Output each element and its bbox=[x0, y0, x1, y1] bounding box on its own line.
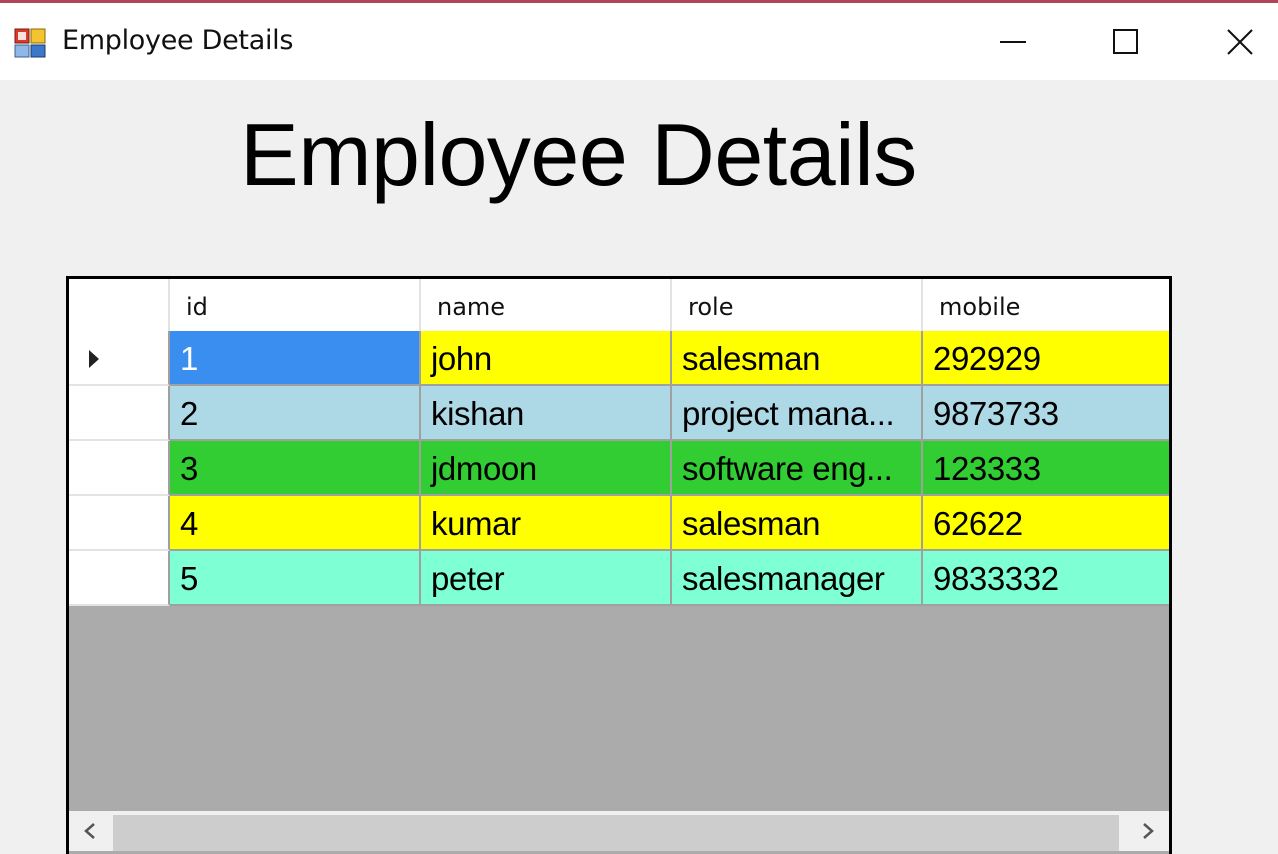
current-row-indicator-icon bbox=[89, 350, 99, 368]
cell-id[interactable]: 2 bbox=[170, 386, 421, 441]
cell-mobile[interactable]: 62622 bbox=[923, 496, 1169, 551]
table-row[interactable]: 3 jdmoon software eng... 123333 bbox=[69, 441, 1169, 496]
cell-name[interactable]: john bbox=[421, 331, 672, 386]
cell-id[interactable]: 4 bbox=[170, 496, 421, 551]
table-row[interactable]: 1 john salesman 292929 bbox=[69, 331, 1169, 386]
minimize-button[interactable] bbox=[963, 3, 1063, 80]
row-header[interactable] bbox=[69, 386, 170, 441]
table-row[interactable]: 5 peter salesmanager 9833332 bbox=[69, 551, 1169, 606]
scroll-right-button[interactable] bbox=[1127, 811, 1169, 851]
cell-id[interactable]: 1 bbox=[170, 331, 421, 386]
minimize-icon bbox=[1000, 40, 1026, 43]
column-header-role[interactable]: role bbox=[672, 279, 923, 331]
cell-name[interactable]: peter bbox=[421, 551, 672, 606]
cell-role[interactable]: software eng... bbox=[672, 441, 923, 496]
maximize-icon bbox=[1113, 28, 1138, 54]
close-icon bbox=[1227, 28, 1253, 55]
title-bar[interactable]: Employee Details bbox=[0, 3, 1278, 80]
horizontal-scrollbar[interactable] bbox=[69, 811, 1169, 851]
row-header[interactable] bbox=[69, 441, 170, 496]
grid-corner-header[interactable] bbox=[69, 279, 170, 331]
chevron-left-icon bbox=[84, 823, 95, 839]
app-icon bbox=[14, 28, 46, 58]
cell-name[interactable]: jdmoon bbox=[421, 441, 672, 496]
scrollbar-thumb[interactable] bbox=[113, 815, 1119, 851]
cell-role[interactable]: project mana... bbox=[672, 386, 923, 441]
column-header-mobile[interactable]: mobile bbox=[923, 279, 1169, 331]
cell-mobile[interactable]: 9833332 bbox=[923, 551, 1169, 606]
page-heading: Employee Details bbox=[240, 105, 917, 204]
table-row[interactable]: 4 kumar salesman 62622 bbox=[69, 496, 1169, 551]
grid-header-row: id name role mobile bbox=[69, 279, 1169, 331]
maximize-button[interactable] bbox=[1076, 3, 1176, 80]
column-header-name[interactable]: name bbox=[421, 279, 672, 331]
cell-name[interactable]: kumar bbox=[421, 496, 672, 551]
cell-role[interactable]: salesmanager bbox=[672, 551, 923, 606]
window-title: Employee Details bbox=[62, 25, 294, 56]
cell-mobile[interactable]: 292929 bbox=[923, 331, 1169, 386]
cell-name[interactable]: kishan bbox=[421, 386, 672, 441]
cell-mobile[interactable]: 123333 bbox=[923, 441, 1169, 496]
close-button[interactable] bbox=[1190, 3, 1278, 80]
column-header-id[interactable]: id bbox=[170, 279, 421, 331]
table-row[interactable]: 2 kishan project mana... 9873733 bbox=[69, 386, 1169, 441]
cell-id[interactable]: 5 bbox=[170, 551, 421, 606]
cell-id[interactable]: 3 bbox=[170, 441, 421, 496]
row-header[interactable] bbox=[69, 496, 170, 551]
cell-role[interactable]: salesman bbox=[672, 496, 923, 551]
cell-role[interactable]: salesman bbox=[672, 331, 923, 386]
cell-mobile[interactable]: 9873733 bbox=[923, 386, 1169, 441]
row-header[interactable] bbox=[69, 331, 170, 386]
chevron-right-icon bbox=[1143, 823, 1154, 839]
scroll-left-button[interactable] bbox=[69, 811, 111, 851]
row-header[interactable] bbox=[69, 551, 170, 606]
employee-data-grid[interactable]: id name role mobile 1 john salesman 292929 2… bbox=[66, 276, 1172, 854]
